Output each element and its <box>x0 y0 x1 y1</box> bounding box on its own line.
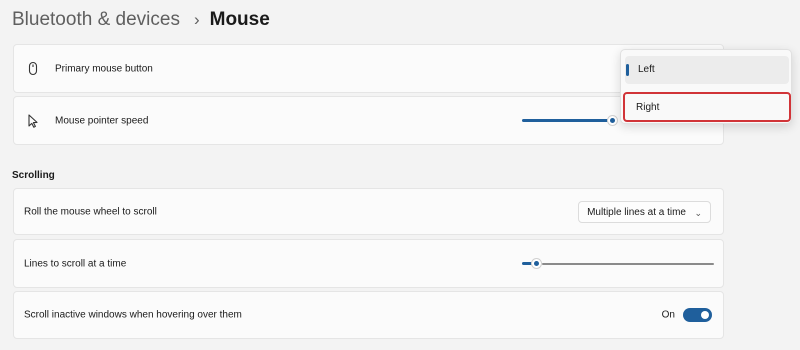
primary-mouse-button-row: Primary mouse button <box>13 44 724 93</box>
mouse-icon <box>28 61 38 75</box>
toggle-state-label: On <box>661 309 675 321</box>
pointer-speed-slider[interactable] <box>522 114 622 127</box>
menu-item-left[interactable]: Left <box>625 56 789 84</box>
scroll-inactive-toggle[interactable] <box>683 308 712 322</box>
chevron-down-icon: ⌄ <box>694 207 702 218</box>
mouse-pointer-speed-label: Mouse pointer speed <box>55 115 149 126</box>
scroll-wheel-label: Roll the mouse wheel to scroll <box>24 206 157 217</box>
slider-thumb[interactable] <box>607 114 618 126</box>
lines-to-scroll-slider[interactable] <box>522 257 714 270</box>
slider-track <box>542 262 714 265</box>
scroll-wheel-row: Roll the mouse wheel to scroll Multiple … <box>13 188 724 235</box>
scrolling-section-title: Scrolling <box>12 170 55 181</box>
breadcrumb-parent[interactable]: Bluetooth & devices <box>12 9 180 31</box>
page-title: Mouse <box>209 9 270 30</box>
pointer-icon <box>28 113 38 128</box>
primary-button-dropdown-menu: Left Right <box>620 49 792 124</box>
breadcrumb: Bluetooth & devices › Mouse <box>12 6 270 34</box>
lines-to-scroll-row: Lines to scroll at a time <box>13 239 724 288</box>
mouse-pointer-speed-row: Mouse pointer speed <box>13 96 724 145</box>
scroll-inactive-row: Scroll inactive windows when hovering ov… <box>13 291 724 339</box>
lines-to-scroll-label: Lines to scroll at a time <box>24 258 127 269</box>
breadcrumb-separator: › <box>193 10 200 29</box>
slider-thumb[interactable] <box>531 257 542 269</box>
scroll-mode-value: Multiple lines at a time <box>587 206 686 218</box>
primary-mouse-button-label: Primary mouse button <box>55 63 153 74</box>
slider-fill <box>522 118 613 122</box>
toggle-knob <box>701 311 709 319</box>
menu-item-right[interactable]: Right <box>623 92 791 122</box>
scroll-mode-dropdown[interactable]: Multiple lines at a time ⌄ <box>578 200 711 223</box>
scroll-inactive-label: Scroll inactive windows when hovering ov… <box>24 309 242 321</box>
